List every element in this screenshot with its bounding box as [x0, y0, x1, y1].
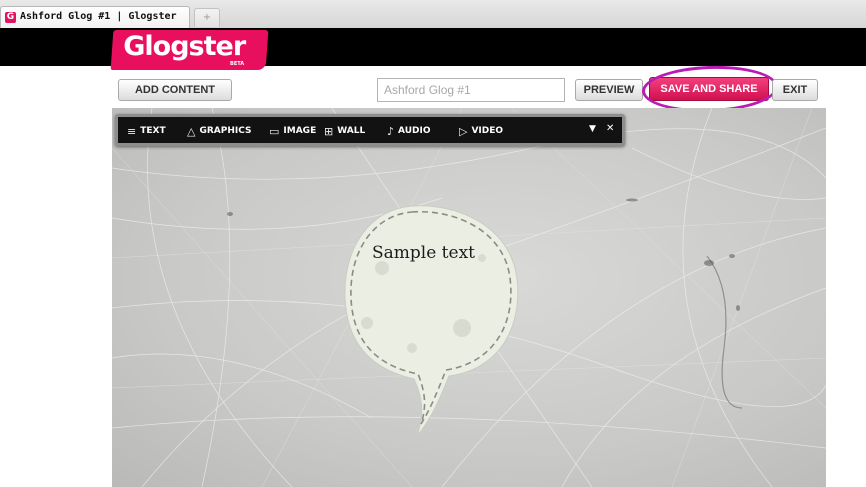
- toolbar-image-button[interactable]: ▭ IMAGE: [269, 124, 316, 138]
- new-tab-button[interactable]: +: [194, 8, 220, 27]
- scratched-paper-background: [112, 108, 826, 487]
- toolbar-graphics-label: GRAPHICS: [199, 126, 252, 136]
- triangle-icon: △: [187, 124, 196, 138]
- toolbar-video-button[interactable]: ▷ VIDEO: [459, 124, 503, 138]
- toolbar-audio-button[interactable]: ♪ AUDIO: [387, 124, 431, 138]
- glog-title-input[interactable]: Ashford Glog #1: [377, 78, 565, 102]
- toolbar-wall-button[interactable]: ⊞ WALL: [324, 124, 365, 138]
- toolbar-text-label: TEXT: [140, 126, 166, 136]
- toolbar-image-label: IMAGE: [283, 126, 317, 136]
- glog-canvas[interactable]: ≡ TEXT △ GRAPHICS ▭ IMAGE ⊞ WALL ♪ AUDIO…: [112, 108, 826, 487]
- sample-text[interactable]: Sample text: [372, 243, 475, 263]
- preview-button[interactable]: PREVIEW: [575, 79, 643, 101]
- glogster-logo[interactable]: Glogster BETA: [110, 30, 269, 70]
- browser-tab[interactable]: G Ashford Glog #1 | Glogster: [0, 6, 190, 28]
- beta-badge: BETA: [229, 61, 245, 67]
- glogster-favicon-icon: G: [5, 12, 16, 23]
- browser-tab-strip: G Ashford Glog #1 | Glogster +: [0, 0, 866, 28]
- toolbar-graphics-button[interactable]: △ GRAPHICS: [187, 124, 251, 138]
- edit-toolbar: ≡ TEXT △ GRAPHICS ▭ IMAGE ⊞ WALL ♪ AUDIO…: [115, 114, 625, 146]
- image-icon: ▭: [269, 124, 280, 138]
- toolbar-text-button[interactable]: ≡ TEXT: [127, 124, 166, 138]
- speech-bubble[interactable]: [344, 205, 519, 437]
- chevron-down-icon[interactable]: ▼: [589, 124, 596, 134]
- toolbar-wall-label: WALL: [337, 126, 366, 136]
- music-note-icon: ♪: [387, 124, 395, 138]
- browser-tab-title: Ashford Glog #1 | Glogster: [20, 11, 177, 22]
- toolbar-video-label: VIDEO: [471, 126, 504, 136]
- toolbar-audio-label: AUDIO: [398, 126, 431, 136]
- play-circle-icon: ▷: [459, 124, 468, 138]
- close-icon[interactable]: ✕: [606, 123, 614, 134]
- text-lines-icon: ≡: [127, 124, 137, 138]
- add-content-button[interactable]: ADD CONTENT: [118, 79, 232, 101]
- exit-button[interactable]: EXIT: [772, 79, 818, 101]
- highlight-circle-annotation: [641, 63, 779, 115]
- logo-text: Glogster: [123, 31, 246, 62]
- wall-icon: ⊞: [324, 124, 334, 138]
